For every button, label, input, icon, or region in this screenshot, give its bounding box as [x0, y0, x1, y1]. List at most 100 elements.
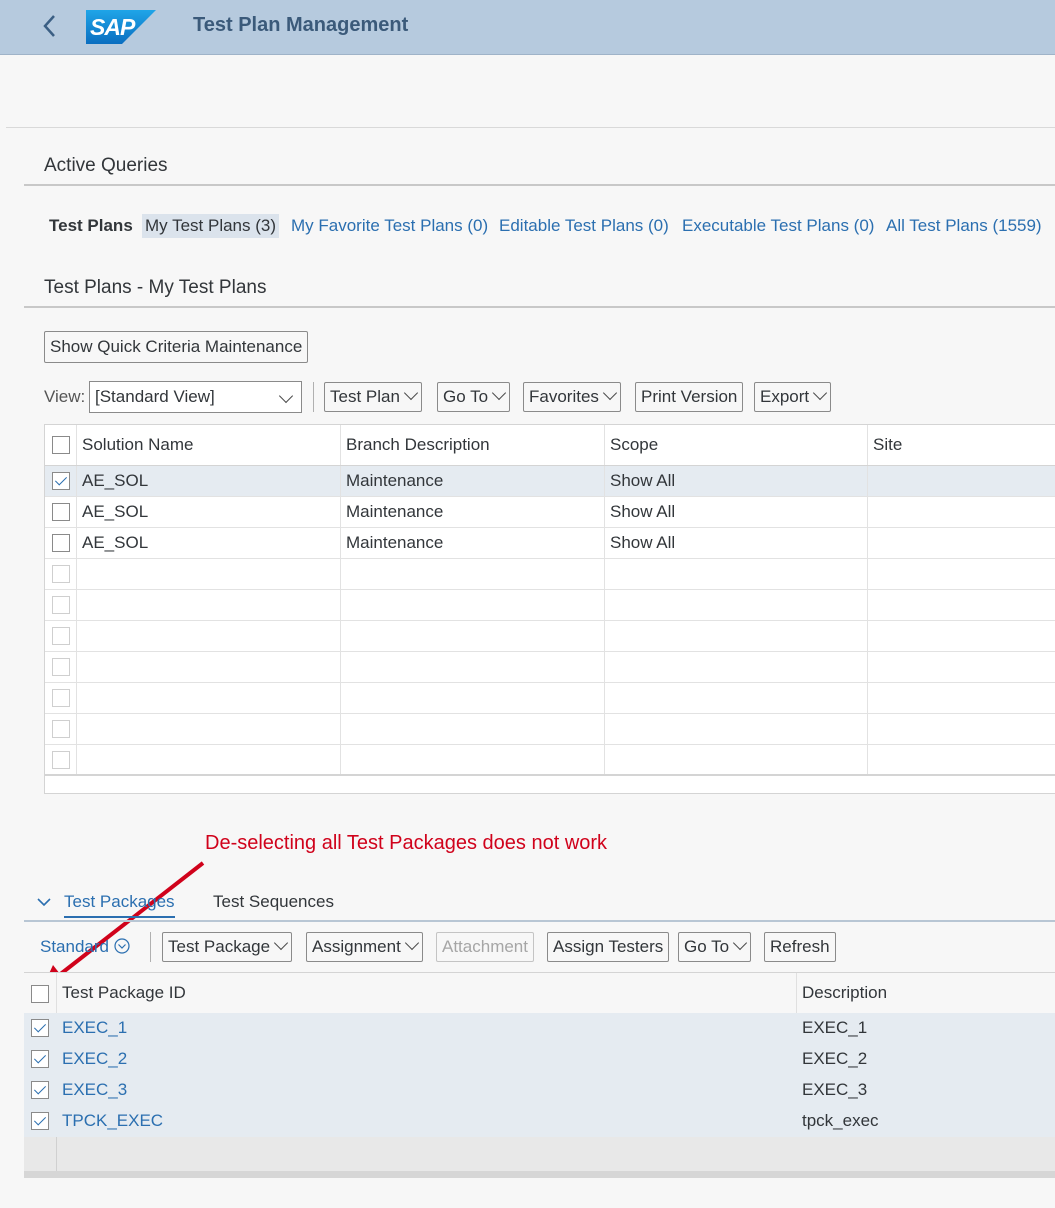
divider [24, 184, 1055, 186]
column-header-site[interactable]: Site [868, 425, 1055, 465]
scope-cell: Show All [605, 466, 868, 496]
print-version-button[interactable]: Print Version [635, 382, 744, 412]
annotation-text: De-selecting all Test Packages does not … [205, 832, 608, 854]
row-checkbox[interactable] [52, 503, 70, 521]
scope-cell: Show All [605, 497, 868, 527]
back-button[interactable] [38, 11, 62, 41]
test-package-menu-button[interactable]: Test Package [162, 932, 293, 962]
column-header-branch-description[interactable]: Branch Description [341, 425, 605, 465]
view-select-value: [Standard View] [95, 387, 215, 406]
logo-text: SAP [90, 14, 135, 40]
test-package-id-link[interactable]: TPCK_EXEC [62, 1106, 163, 1137]
test-plans-title: Test Plans - My Test Plans [44, 277, 267, 298]
variant-selector[interactable]: Standard [40, 937, 130, 957]
query-all-test-plans[interactable]: All Test Plans (1559) [886, 216, 1042, 236]
empty-row [45, 621, 1055, 652]
column-header-scope[interactable]: Scope [605, 425, 868, 465]
collapse-toggle[interactable] [36, 894, 52, 915]
row-select-cell [45, 528, 77, 558]
test-plans-table: Solution Name Branch Description Scope S… [44, 424, 1055, 794]
assignment-menu-button[interactable]: Assignment [306, 932, 423, 962]
row-checkbox[interactable] [31, 1081, 49, 1099]
row-checkbox[interactable] [52, 472, 70, 490]
description-cell: tpck_exec [802, 1111, 879, 1130]
row-checkbox[interactable] [52, 534, 70, 552]
row-checkbox [52, 658, 70, 676]
row-checkbox[interactable] [31, 1050, 49, 1068]
column-header-test-package-id[interactable]: Test Package ID [62, 973, 186, 1013]
packages-header-row: Test Package ID Description [24, 973, 1055, 1014]
chevron-down-icon [404, 935, 419, 951]
export-menu-label: Export [760, 387, 810, 406]
branch-description-cell: Maintenance [341, 466, 605, 496]
export-menu-button[interactable]: Export [754, 382, 832, 412]
test-plan-menu-button[interactable]: Test Plan [324, 382, 422, 412]
chevron-down-icon [37, 898, 51, 907]
favorites-menu-label: Favorites [529, 387, 599, 406]
solution-name-cell: AE_SOL [77, 466, 341, 496]
show-quick-criteria-button[interactable]: Show Quick Criteria Maintenance [44, 331, 309, 363]
select-all-cell [45, 425, 77, 465]
chevron-down-icon [491, 385, 507, 401]
branch-description-cell: Maintenance [341, 497, 605, 527]
active-queries-title: Active Queries [44, 155, 168, 176]
chevron-down-icon [403, 385, 419, 401]
horizontal-scrollbar[interactable] [24, 1171, 1055, 1178]
tab-bar-line [24, 920, 1055, 922]
go-to-menu-button[interactable]: Go To [437, 382, 511, 412]
table-header-row: Solution Name Branch Description Scope S… [45, 425, 1055, 466]
select-all-checkbox[interactable] [52, 436, 70, 454]
query-my-favorite-test-plans[interactable]: My Favorite Test Plans (0) [291, 216, 488, 236]
row-checkbox [52, 689, 70, 707]
description-cell: EXEC_2 [802, 1049, 868, 1068]
package-row[interactable]: EXEC_2 EXEC_2 [24, 1044, 1055, 1075]
favorites-menu-button[interactable]: Favorites [523, 382, 621, 412]
table-row[interactable]: AE_SOL Maintenance Show All [45, 528, 1055, 559]
package-row[interactable]: EXEC_3 EXEC_3 [24, 1075, 1055, 1106]
empty-row [45, 559, 1055, 590]
test-package-menu-label: Test Package [168, 937, 271, 956]
test-package-id-link[interactable]: EXEC_2 [62, 1044, 127, 1075]
site-cell [868, 497, 1055, 527]
site-cell [868, 528, 1055, 558]
go-to-menu-button[interactable]: Go To [678, 932, 752, 962]
chevron-down-icon [602, 385, 617, 401]
tab-test-sequences[interactable]: Test Sequences [213, 892, 334, 912]
row-checkbox [52, 751, 70, 769]
view-label: View: [44, 387, 86, 406]
site-cell [868, 466, 1055, 496]
query-editable-test-plans[interactable]: Editable Test Plans (0) [499, 216, 669, 236]
go-to-menu-label: Go To [684, 937, 730, 956]
scope-cell: Show All [605, 528, 868, 558]
test-package-id-link[interactable]: EXEC_3 [62, 1075, 127, 1106]
solution-name-cell: AE_SOL [77, 497, 341, 527]
branch-description-cell: Maintenance [341, 528, 605, 558]
row-checkbox [52, 596, 70, 614]
assign-testers-button[interactable]: Assign Testers [547, 932, 670, 962]
table-row[interactable]: AE_SOL Maintenance Show All [45, 466, 1055, 497]
refresh-button[interactable]: Refresh [764, 932, 836, 962]
description-cell: EXEC_1 [802, 1018, 868, 1037]
select-all-checkbox[interactable] [31, 985, 49, 1003]
table-row[interactable]: AE_SOL Maintenance Show All [45, 497, 1055, 528]
row-checkbox[interactable] [31, 1112, 49, 1130]
query-my-test-plans[interactable]: My Test Plans (3) [142, 214, 280, 238]
column-header-solution-name[interactable]: Solution Name [77, 425, 341, 465]
test-package-id-link[interactable]: EXEC_1 [62, 1013, 127, 1044]
toolbar-separator [150, 932, 151, 962]
sap-logo: SAP [86, 10, 156, 44]
chevron-down-icon [278, 388, 294, 404]
view-select[interactable]: [Standard View] [89, 381, 302, 413]
column-header-description[interactable]: Description [802, 973, 887, 1013]
row-checkbox[interactable] [31, 1019, 49, 1037]
shell-bar [0, 0, 1055, 55]
chevron-down-icon [273, 935, 289, 951]
empty-row [45, 590, 1055, 621]
query-label: Test Plans [49, 216, 133, 235]
tab-test-packages[interactable]: Test Packages [64, 892, 175, 918]
query-executable-test-plans[interactable]: Executable Test Plans (0) [682, 216, 874, 236]
chevron-down-icon [732, 935, 748, 951]
package-row[interactable]: EXEC_1 EXEC_1 [24, 1013, 1055, 1044]
package-row[interactable]: TPCK_EXEC tpck_exec [24, 1106, 1055, 1137]
variant-label: Standard [40, 937, 109, 956]
